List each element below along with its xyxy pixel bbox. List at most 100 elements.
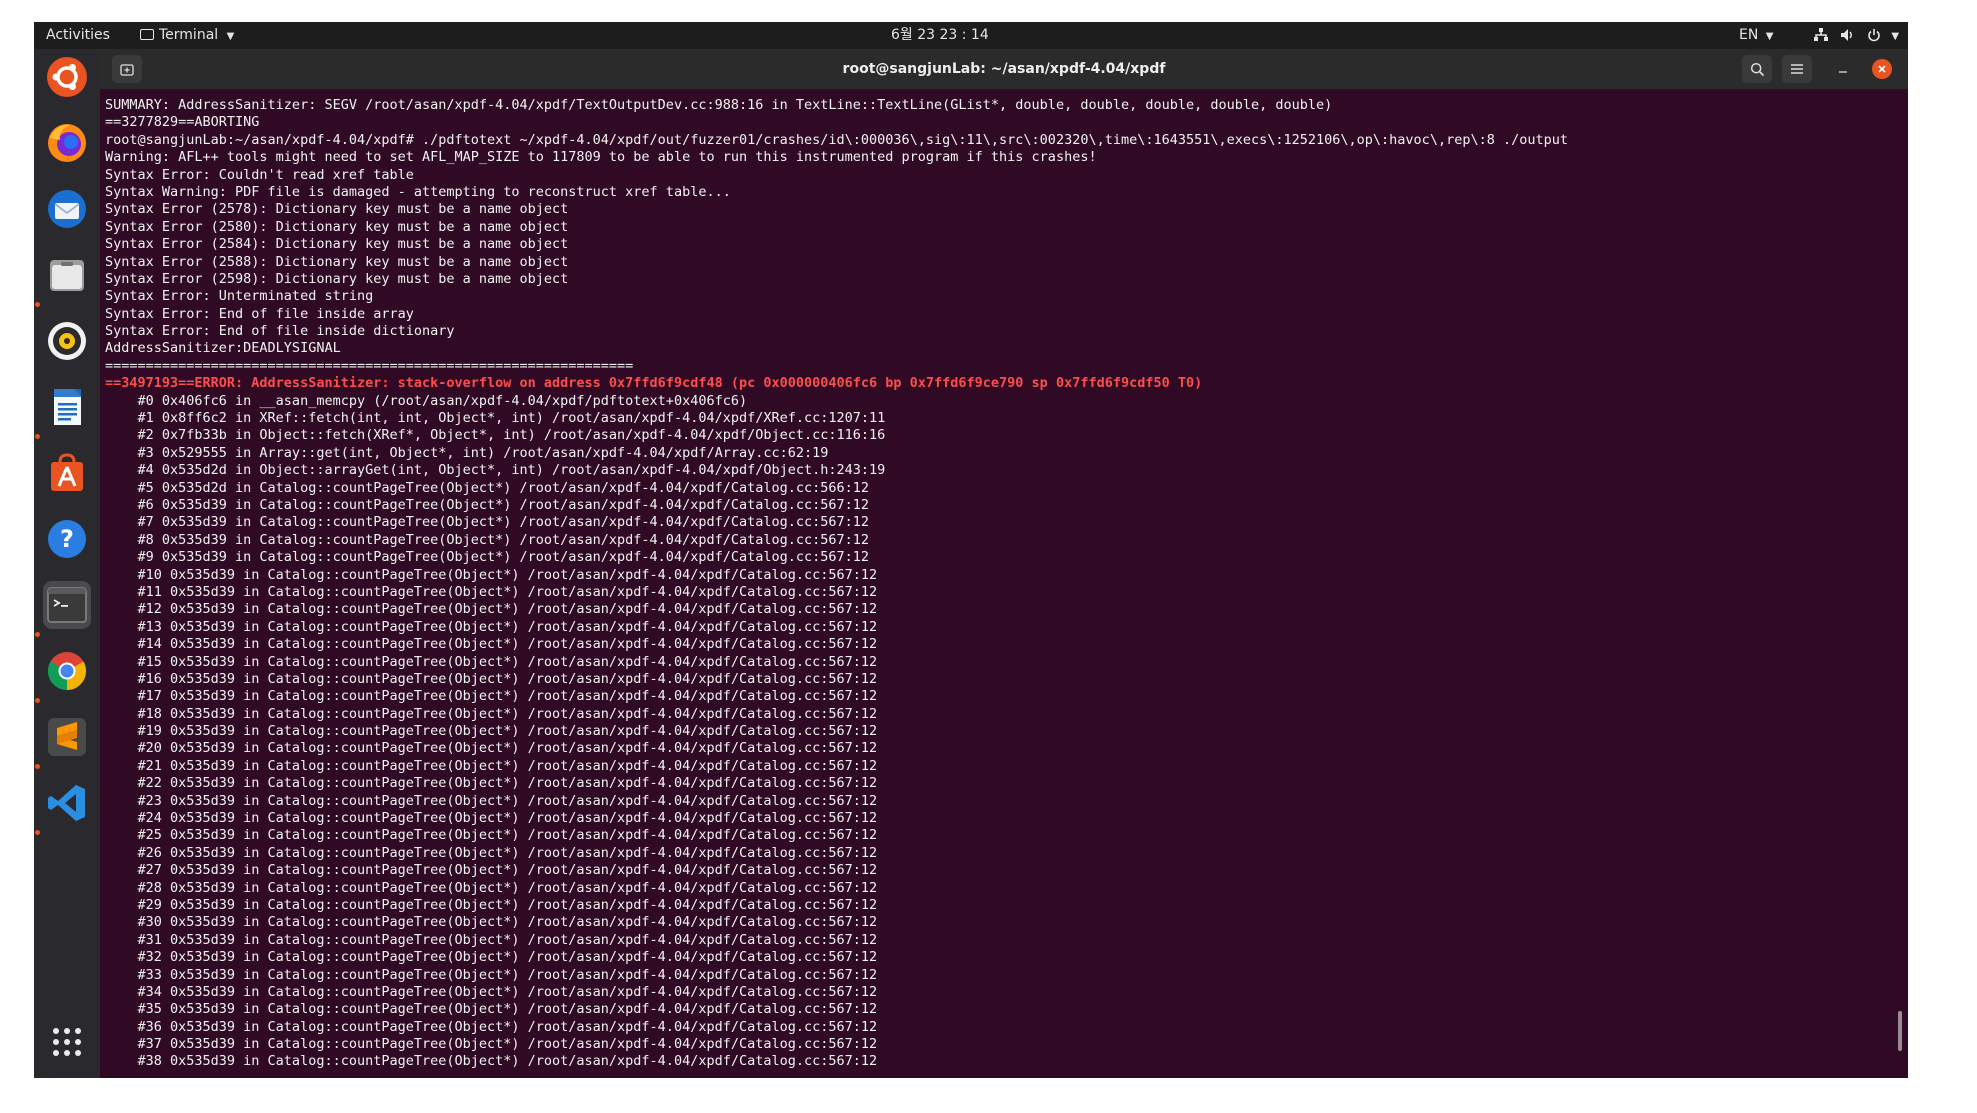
window-title: root@sangjunLab: ~/asan/xpdf-4.04/xpdf bbox=[842, 61, 1166, 77]
menu-button[interactable] bbox=[1782, 55, 1812, 83]
dock: ? bbox=[34, 49, 100, 1078]
terminal-line: AddressSanitizer:DEADLYSIGNAL bbox=[105, 340, 341, 357]
terminal-line: #5 0x535d2d in Catalog::countPageTree(Ob… bbox=[105, 479, 870, 496]
terminal-line: #37 0x535d39 in Catalog::countPageTree(O… bbox=[105, 1036, 878, 1053]
terminal-line: #21 0x535d39 in Catalog::countPageTree(O… bbox=[105, 757, 878, 774]
running-indicator bbox=[35, 830, 40, 835]
terminal-line: root@sangjunLab:~/asan/xpdf-4.04/xpdf# .… bbox=[105, 131, 1568, 148]
terminal-line: #2 0x7fb33b in Object::fetch(XRef*, Obje… bbox=[105, 427, 886, 444]
terminal-line: #33 0x535d39 in Catalog::countPageTree(O… bbox=[105, 966, 878, 983]
terminal-line: Syntax Error: Unterminated string bbox=[105, 288, 374, 305]
terminal-line: #17 0x535d39 in Catalog::countPageTree(O… bbox=[105, 688, 878, 705]
dock-item-sublime-text[interactable] bbox=[43, 713, 91, 761]
new-tab-button[interactable] bbox=[112, 55, 142, 83]
running-indicator bbox=[35, 698, 40, 703]
apps-grid-icon bbox=[53, 1028, 81, 1056]
firefox-icon bbox=[48, 124, 86, 162]
terminal-line: #38 0x535d39 in Catalog::countPageTree(O… bbox=[105, 1053, 878, 1070]
search-icon bbox=[1750, 62, 1764, 76]
activities-button[interactable]: Activities bbox=[46, 22, 110, 49]
search-button[interactable] bbox=[1742, 55, 1772, 83]
terminal-line: Syntax Error (2578): Dictionary key must… bbox=[105, 201, 569, 218]
dock-item-vscode[interactable] bbox=[43, 779, 91, 827]
minimize-button[interactable] bbox=[1828, 55, 1858, 83]
desktop-screen: Activities Terminal ▼ 6월 23 23 : 14 EN ▼… bbox=[34, 22, 1908, 1078]
thunderbird-icon bbox=[48, 190, 86, 228]
terminal-line: #26 0x535d39 in Catalog::countPageTree(O… bbox=[105, 844, 878, 861]
hamburger-menu-icon bbox=[1791, 64, 1803, 74]
show-applications-button[interactable] bbox=[43, 1018, 91, 1066]
terminal-window: root@sangjunLab: ~/asan/xpdf-4.04/xpdf S… bbox=[100, 49, 1908, 1078]
terminal-line: #34 0x535d39 in Catalog::countPageTree(O… bbox=[105, 983, 878, 1000]
terminal-line: Syntax Error (2588): Dictionary key must… bbox=[105, 253, 569, 270]
terminal-line: #6 0x535d39 in Catalog::countPageTree(Ob… bbox=[105, 496, 870, 513]
power-icon bbox=[1868, 29, 1880, 42]
chevron-down-icon: ▼ bbox=[1891, 31, 1900, 42]
terminal-line: #12 0x535d39 in Catalog::countPageTree(O… bbox=[105, 601, 878, 618]
terminal-line: #24 0x535d39 in Catalog::countPageTree(O… bbox=[105, 810, 878, 827]
terminal-line: #35 0x535d39 in Catalog::countPageTree(O… bbox=[105, 1001, 878, 1018]
language-indicator[interactable]: EN ▼ bbox=[1739, 22, 1773, 49]
terminal-line: #7 0x535d39 in Catalog::countPageTree(Ob… bbox=[105, 514, 870, 531]
terminal-line: #4 0x535d2d in Object::arrayGet(int, Obj… bbox=[105, 462, 886, 479]
terminal-line: ========================================… bbox=[105, 357, 634, 374]
vscode-icon bbox=[48, 785, 85, 821]
terminal-line: #28 0x535d39 in Catalog::countPageTree(O… bbox=[105, 879, 878, 896]
terminal-line: #19 0x535d39 in Catalog::countPageTree(O… bbox=[105, 723, 878, 740]
clock[interactable]: 6월 23 23 : 14 bbox=[891, 22, 989, 49]
terminal-line: #0 0x406fc6 in __asan_memcpy (/root/asan… bbox=[105, 392, 748, 409]
chevron-down-icon: ▼ bbox=[1765, 31, 1774, 42]
network-icon bbox=[1814, 28, 1828, 41]
terminal-line: #8 0x535d39 in Catalog::countPageTree(Ob… bbox=[105, 531, 870, 548]
dock-item-software[interactable] bbox=[43, 449, 91, 497]
terminal-app-icon bbox=[140, 28, 154, 40]
writer-document-icon bbox=[54, 389, 81, 425]
new-tab-icon bbox=[120, 64, 134, 76]
terminal-line: Syntax Error (2584): Dictionary key must… bbox=[105, 236, 569, 253]
terminal-line: #25 0x535d39 in Catalog::countPageTree(O… bbox=[105, 827, 878, 844]
close-button[interactable] bbox=[1872, 59, 1892, 79]
terminal-icon bbox=[47, 587, 87, 623]
terminal-line: #18 0x535d39 in Catalog::countPageTree(O… bbox=[105, 705, 878, 722]
terminal-line: #27 0x535d39 in Catalog::countPageTree(O… bbox=[105, 862, 878, 879]
dock-item-files[interactable] bbox=[43, 251, 91, 299]
terminal-line: Syntax Error: End of file inside diction… bbox=[105, 323, 455, 340]
dock-item-terminal[interactable] bbox=[43, 581, 91, 629]
dock-item-thunderbird[interactable] bbox=[43, 185, 91, 233]
language-label: EN bbox=[1739, 27, 1759, 43]
system-menu[interactable]: ▼ bbox=[1814, 22, 1899, 49]
terminal-line: #30 0x535d39 in Catalog::countPageTree(O… bbox=[105, 914, 878, 931]
terminal-line: #11 0x535d39 in Catalog::countPageTree(O… bbox=[105, 583, 878, 600]
title-bar[interactable]: root@sangjunLab: ~/asan/xpdf-4.04/xpdf bbox=[100, 49, 1908, 90]
dock-item-ubuntu[interactable] bbox=[43, 53, 91, 101]
dock-item-help[interactable]: ? bbox=[43, 515, 91, 563]
terminal-line: #9 0x535d39 in Catalog::countPageTree(Ob… bbox=[105, 549, 870, 566]
running-indicator bbox=[35, 434, 40, 439]
terminal-output[interactable]: SUMMARY: AddressSanitizer: SEGV /root/as… bbox=[105, 97, 1895, 1077]
terminal-line: #16 0x535d39 in Catalog::countPageTree(O… bbox=[105, 670, 878, 687]
chevron-down-icon: ▼ bbox=[226, 31, 235, 42]
terminal-line: #31 0x535d39 in Catalog::countPageTree(O… bbox=[105, 931, 878, 948]
terminal-line: #10 0x535d39 in Catalog::countPageTree(O… bbox=[105, 566, 878, 583]
terminal-line: #14 0x535d39 in Catalog::countPageTree(O… bbox=[105, 636, 878, 653]
dock-item-libreoffice-writer[interactable] bbox=[43, 383, 91, 431]
terminal-line: #32 0x535d39 in Catalog::countPageTree(O… bbox=[105, 949, 878, 966]
close-icon bbox=[1878, 65, 1886, 73]
scrollbar-thumb[interactable] bbox=[1898, 1011, 1902, 1051]
terminal-line: #23 0x535d39 in Catalog::countPageTree(O… bbox=[105, 792, 878, 809]
terminal-line: #15 0x535d39 in Catalog::countPageTree(O… bbox=[105, 653, 878, 670]
terminal-line: #36 0x535d39 in Catalog::countPageTree(O… bbox=[105, 1018, 878, 1035]
minimize-icon bbox=[1839, 71, 1847, 73]
help-icon: ? bbox=[48, 520, 86, 558]
dock-item-chrome[interactable] bbox=[43, 647, 91, 695]
dock-item-firefox[interactable] bbox=[43, 119, 91, 167]
dock-item-rhythmbox[interactable] bbox=[43, 317, 91, 365]
terminal-line: #1 0x8ff6c2 in XRef::fetch(int, int, Obj… bbox=[105, 410, 886, 427]
running-indicator bbox=[35, 302, 40, 307]
terminal-line: #20 0x535d39 in Catalog::countPageTree(O… bbox=[105, 740, 878, 757]
terminal-line: SUMMARY: AddressSanitizer: SEGV /root/as… bbox=[105, 97, 1333, 113]
svg-text:?: ? bbox=[60, 525, 74, 553]
terminal-line: Syntax Error: Couldn't read xref table bbox=[105, 166, 414, 183]
terminal-line: Syntax Warning: PDF file is damaged - at… bbox=[105, 183, 731, 200]
app-menu[interactable]: Terminal ▼ bbox=[140, 22, 234, 49]
